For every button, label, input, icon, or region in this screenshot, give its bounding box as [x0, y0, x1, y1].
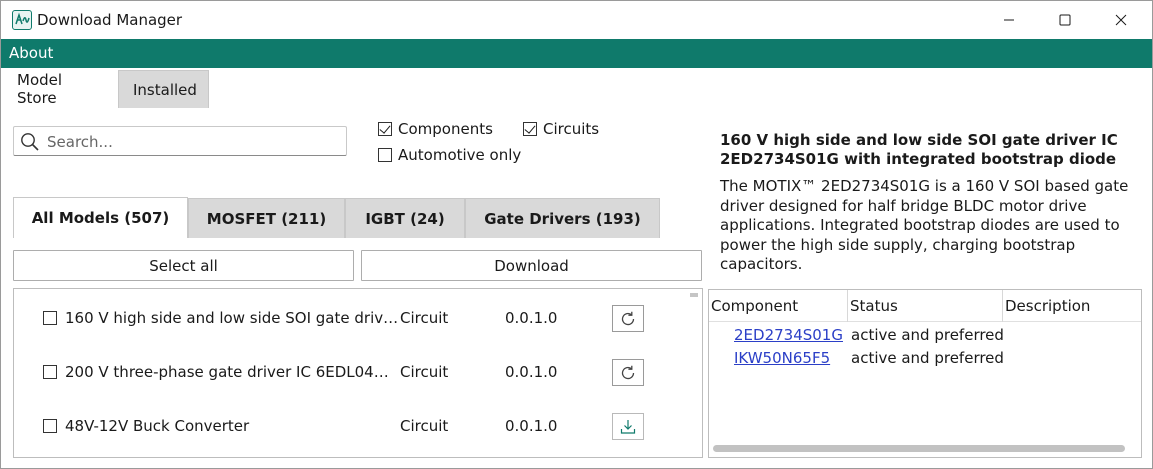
model-version: 0.0.1.0 [505, 309, 558, 327]
model-name: 48V-12V Buck Converter [65, 417, 250, 435]
column-header-description[interactable]: Description [1003, 290, 1141, 322]
column-header-status[interactable]: Status [848, 290, 1003, 322]
automotive-only-checkbox-box[interactable] [378, 148, 392, 162]
model-name: 200 V three-phase gate driver IC 6EDL04N… [65, 363, 399, 381]
component-status: active and preferred [851, 326, 1004, 344]
refresh-icon [621, 311, 635, 325]
components-checkbox[interactable]: Components [378, 120, 493, 138]
menu-about[interactable]: About [9, 44, 53, 62]
minimize-button[interactable] [981, 1, 1037, 39]
tab-igbt[interactable]: IGBT (24) [345, 198, 465, 238]
row-checkbox[interactable] [43, 365, 57, 379]
download-icon [620, 419, 636, 434]
detail-description: The MOTIX™ 2ED2734S01G is a 160 V SOI ba… [720, 177, 1129, 273]
circuits-checkbox-box[interactable] [523, 122, 537, 136]
column-header-component[interactable]: Component [709, 290, 848, 322]
window-title: Download Manager [37, 11, 183, 29]
update-button[interactable] [612, 359, 644, 386]
download-manager-window: Download Manager About Model Store Insta… [0, 0, 1153, 469]
model-type: Circuit [400, 417, 449, 435]
model-type: Circuit [400, 363, 449, 381]
table-row: 2ED2734S01G active and preferred [709, 324, 1141, 347]
automotive-only-checkbox-label: Automotive only [398, 146, 522, 164]
search-input[interactable] [47, 131, 337, 153]
list-item: 48V-12V Buck Converter Circuit 0.0.1.0 [14, 399, 702, 453]
row-checkbox[interactable] [43, 311, 57, 325]
components-checkbox-label: Components [398, 120, 493, 138]
menu-bar: About [1, 39, 1152, 68]
row-checkbox[interactable] [43, 419, 57, 433]
title-bar: Download Manager [1, 1, 1152, 39]
detail-title: 160 V high side and low side SOI gate dr… [720, 131, 1118, 168]
tab-installed[interactable]: Installed [118, 70, 209, 108]
model-name: 160 V high side and low side SOI gate dr… [65, 309, 399, 327]
maximize-button[interactable] [1037, 1, 1093, 39]
model-list: 160 V high side and low side SOI gate dr… [13, 288, 703, 458]
circuits-checkbox-label: Circuits [543, 120, 600, 138]
model-type: Circuit [400, 309, 449, 327]
component-table-header: Component Status Description [709, 290, 1141, 322]
component-table: Component Status Description 2ED2734S01G… [708, 289, 1142, 458]
components-checkbox-box[interactable] [378, 122, 392, 136]
model-version: 0.0.1.0 [505, 363, 558, 381]
table-row: IKW50N65F5 active and preferred [709, 347, 1141, 370]
select-all-button[interactable]: Select all [13, 250, 354, 281]
close-button[interactable] [1093, 1, 1149, 39]
tab-mosfet[interactable]: MOSFET (211) [188, 198, 345, 238]
automotive-only-checkbox[interactable]: Automotive only [378, 146, 521, 164]
component-link[interactable]: 2ED2734S01G [734, 326, 843, 344]
list-item: 160 V high side and low side SOI gate dr… [14, 291, 702, 345]
search-box[interactable] [13, 126, 347, 156]
tab-gate-drivers[interactable]: Gate Drivers (193) [465, 198, 660, 238]
maximize-icon [1059, 14, 1071, 26]
app-logo-icon [12, 10, 32, 30]
horizontal-scrollbar[interactable] [713, 445, 1125, 452]
install-button[interactable] [612, 413, 644, 440]
update-button[interactable] [612, 305, 644, 332]
close-icon [1115, 14, 1127, 26]
model-version: 0.0.1.0 [505, 417, 558, 435]
tab-model-store[interactable]: Model Store [3, 69, 117, 108]
download-button[interactable]: Download [361, 250, 702, 281]
component-link[interactable]: IKW50N65F5 [734, 349, 830, 367]
tab-all-models[interactable]: All Models (507) [13, 197, 188, 238]
search-icon [21, 133, 39, 151]
list-item: 200 V three-phase gate driver IC 6EDL04N… [14, 345, 702, 399]
refresh-icon [621, 365, 635, 379]
component-status: active and preferred [851, 349, 1004, 367]
circuits-checkbox[interactable]: Circuits [523, 120, 599, 138]
minimize-icon [1004, 19, 1014, 21]
